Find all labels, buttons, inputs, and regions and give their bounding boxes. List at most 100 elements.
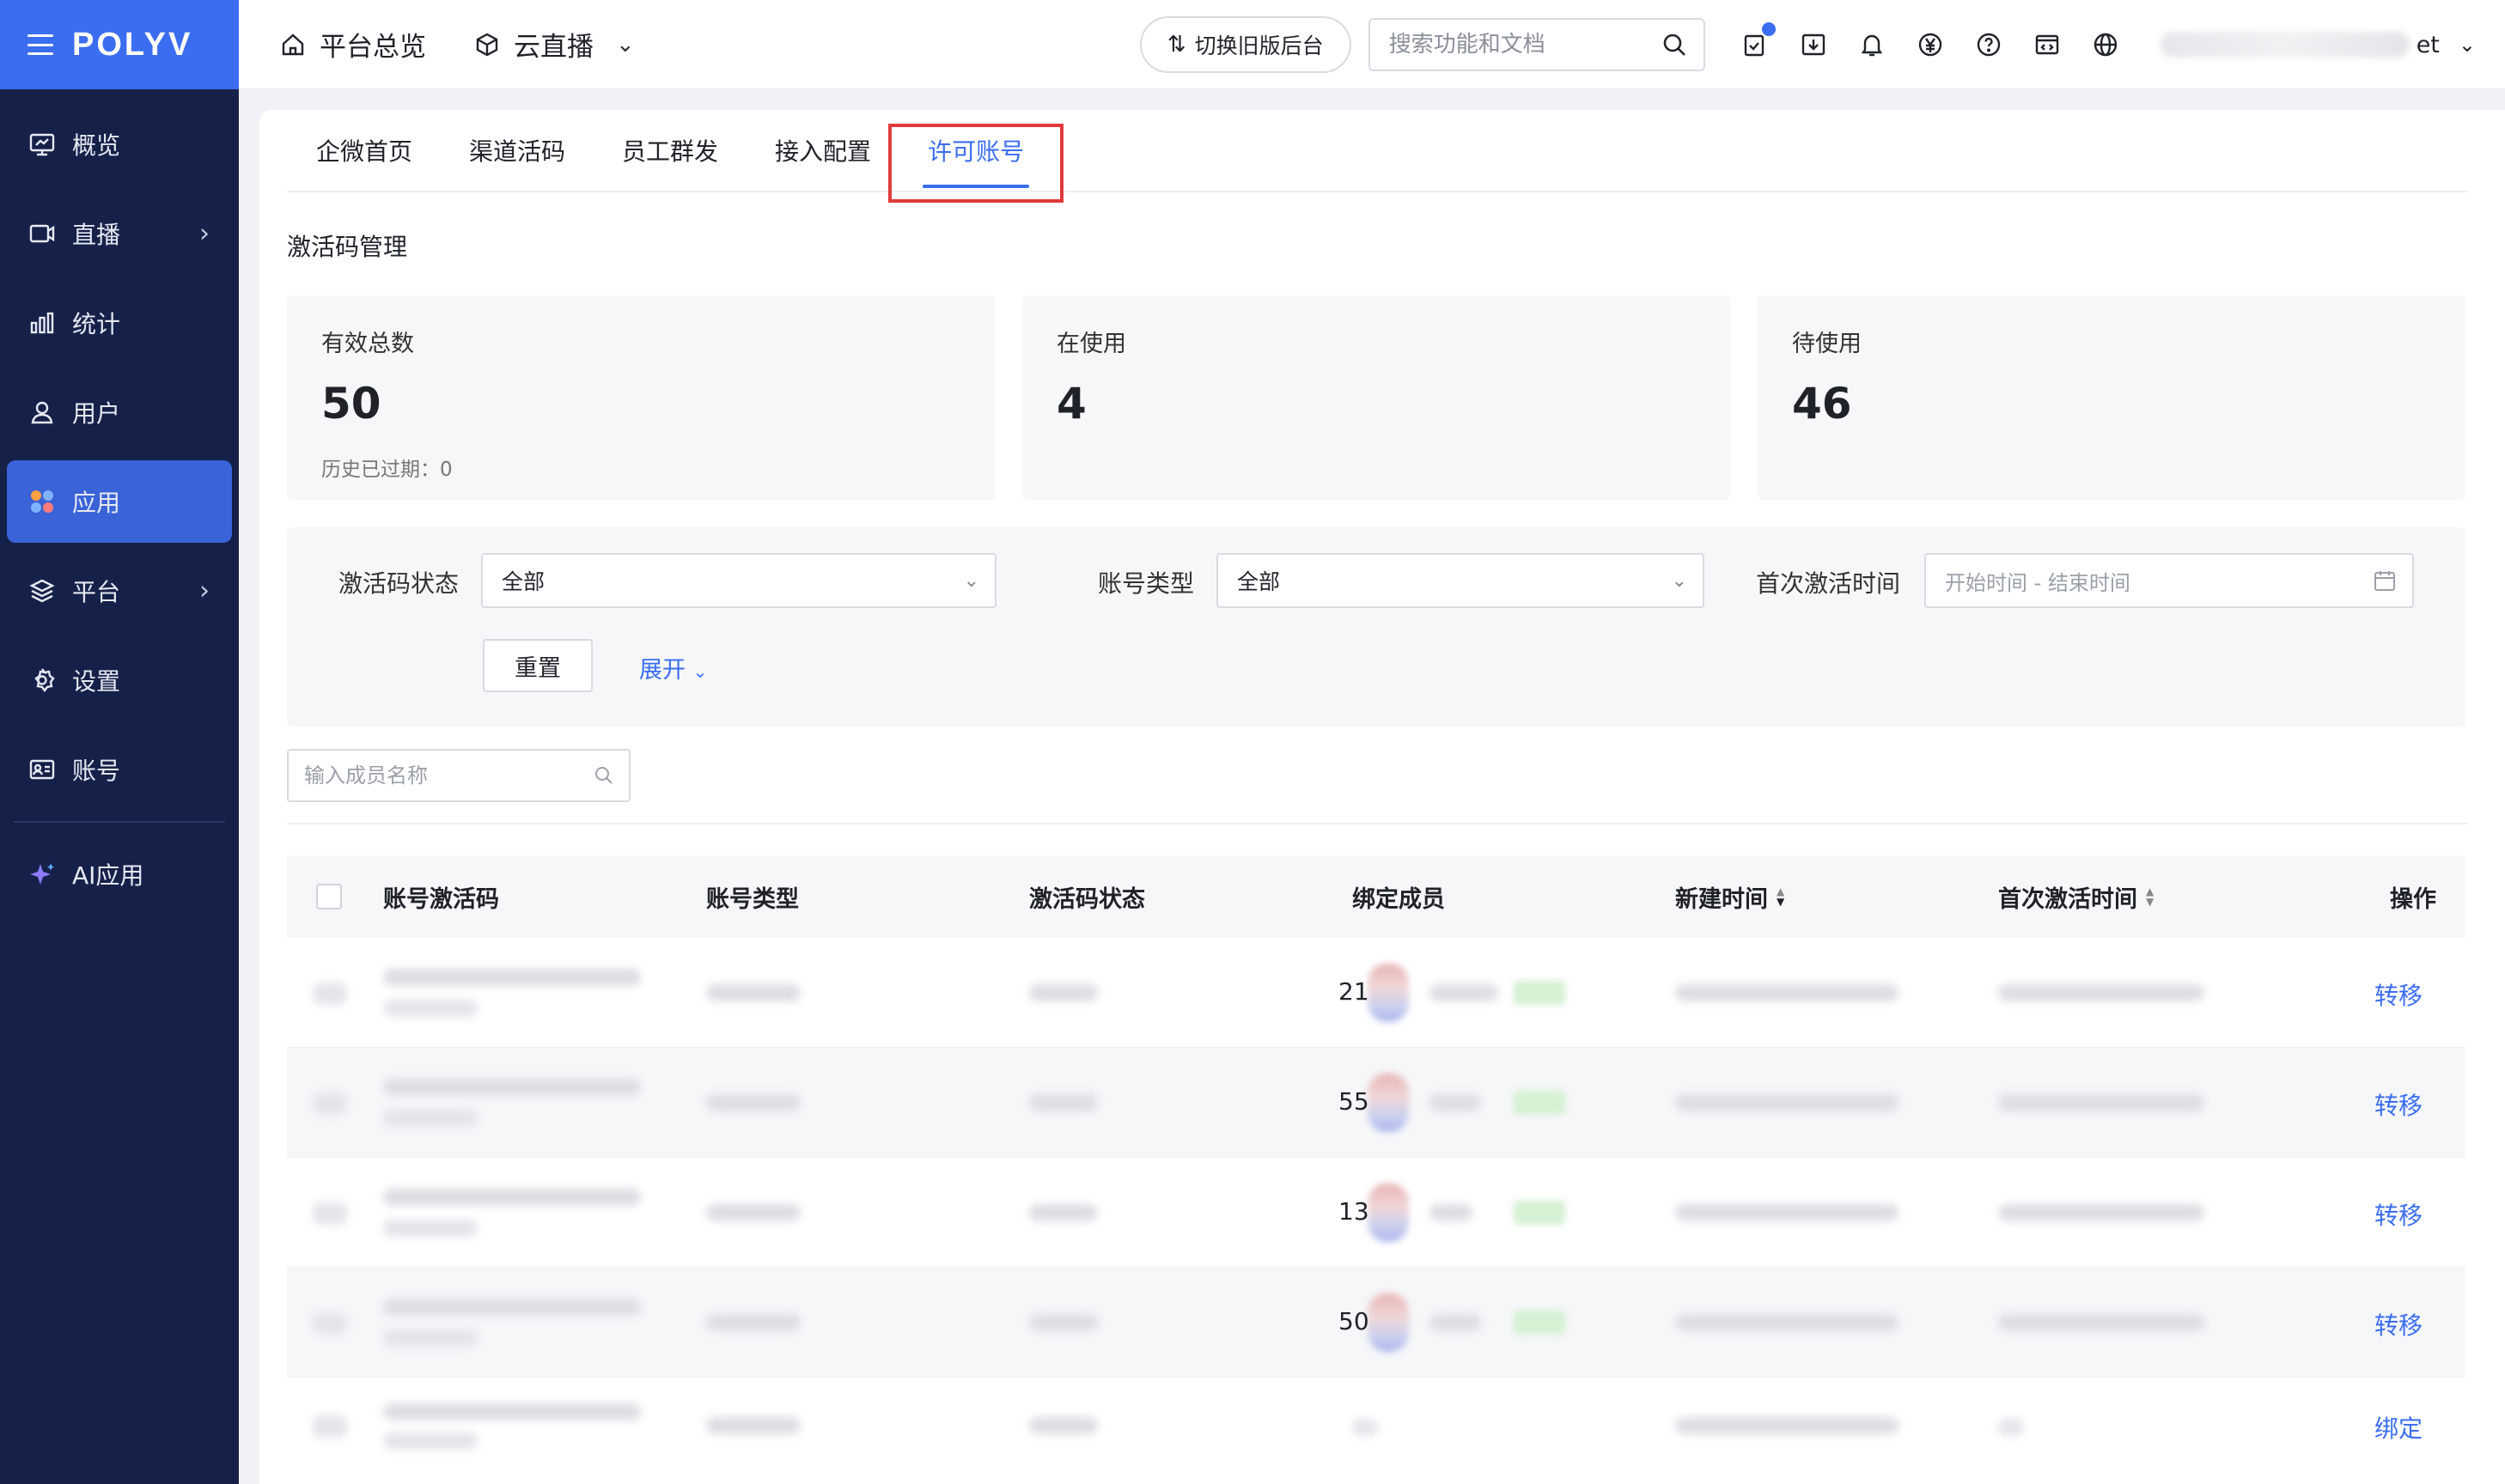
table-row: 绑定 (287, 1378, 2465, 1484)
sidebar-item-label: 统计 (72, 310, 121, 338)
status-filter-value: 全部 (502, 569, 545, 594)
code-status-redacted (1029, 1417, 1098, 1434)
member-name-redacted (1429, 1094, 1481, 1111)
member-search-input[interactable] (304, 763, 579, 788)
code-status-redacted (1029, 1204, 1098, 1221)
code-window-icon[interactable] (2032, 29, 2063, 60)
sidebar-item-overview[interactable]: 概览 (7, 103, 232, 186)
account-type-redacted (706, 1314, 801, 1331)
expand-filters-button[interactable]: 展开 ⌄ (639, 651, 707, 684)
sidebar-item-platform[interactable]: 平台 › (7, 550, 232, 632)
chevron-down-icon: ⌄ (1671, 569, 1687, 592)
table-header: 账号激活码 账号类型 激活码状态 绑定成员 新建时间 ▲ ▼ 首次激活时间 ▲ ▼ … (287, 855, 2465, 938)
sidebar-item-stats[interactable]: 统计 (7, 282, 232, 364)
row-checkbox-redacted (313, 1415, 347, 1438)
transfer-button[interactable]: 转移 (2374, 1197, 2423, 1232)
status-filter-select[interactable]: 全部 ⌄ (481, 553, 997, 608)
col-actions: 操作 (2390, 885, 2436, 913)
global-search-input[interactable] (1388, 32, 1647, 58)
sidebar-item-label: 直播 (72, 221, 121, 249)
table-row: 13 转移 (287, 1158, 2465, 1268)
sidebar-item-settings[interactable]: 设置 (7, 639, 232, 721)
sort-icon: ▲ ▼ (2146, 885, 2155, 908)
row-checkbox-redacted (313, 1202, 347, 1225)
brand-logo[interactable]: POLYV (72, 27, 192, 64)
stat-value: 46 (1792, 379, 1852, 429)
sidebar: POLYV 概览 直播 › 统计 用户 应用 平台 › 设置 账号 AI应用 (0, 0, 239, 1484)
user-icon (27, 398, 57, 427)
account-type-redacted (706, 1417, 801, 1434)
stat-label: 在使用 (1057, 331, 1126, 357)
product-switcher[interactable]: 云直播 ⌄ (474, 25, 635, 64)
help-icon[interactable] (1973, 29, 2004, 60)
col-created-time-label: 新建时间 (1675, 885, 1768, 913)
menu-toggle-icon[interactable] (27, 34, 53, 55)
platform-overview-link[interactable]: 平台总览 (280, 25, 426, 64)
col-first-activation-label: 首次激活时间 (1998, 885, 2137, 913)
created-time-redacted (1675, 1094, 1899, 1111)
filter-panel: 激活码状态 全部 ⌄ 账号类型 全部 ⌄ 首次激活时间 开始时间 - 结束时间 … (287, 527, 2465, 727)
transfer-button[interactable]: 转移 (2374, 1087, 2423, 1122)
yen-icon[interactable] (1915, 29, 1946, 60)
bind-button[interactable]: 绑定 (2374, 1410, 2423, 1444)
tab-license-accounts[interactable]: 许可账号 (923, 109, 1030, 192)
member-empty (1352, 1419, 1378, 1436)
type-filter-select[interactable]: 全部 ⌄ (1216, 553, 1704, 608)
sidebar-item-account[interactable]: 账号 (7, 728, 232, 811)
activation-time-redacted (1998, 1314, 2204, 1331)
platform-overview-label: 平台总览 (320, 32, 426, 63)
transfer-button[interactable]: 转移 (2374, 977, 2423, 1012)
stat-card-total: 有效总数 50 历史已过期：0 (287, 295, 995, 500)
member-search (287, 749, 631, 802)
col-created-time[interactable]: 新建时间 ▲ ▼ (1675, 855, 1784, 938)
tab-wecom-home[interactable]: 企微首页 (316, 109, 412, 192)
transfer-button[interactable]: 转移 (2374, 1307, 2423, 1341)
account-type-redacted (706, 984, 801, 1001)
tab-channel-code[interactable]: 渠道活码 (469, 109, 565, 192)
chevron-down-icon: ⌄ (692, 661, 708, 682)
layers-icon (27, 576, 57, 605)
avatar (1368, 964, 1409, 1022)
sidebar-item-live[interactable]: 直播 › (7, 192, 232, 275)
switch-old-version-label: 切换旧版后台 (1194, 33, 1324, 58)
status-badge (1514, 981, 1565, 1005)
activation-code-redacted (383, 1079, 641, 1096)
task-check-icon[interactable] (1740, 21, 1777, 60)
id-card-icon (27, 755, 57, 784)
activation-time-tail: 55 (1338, 1087, 1369, 1116)
activation-code-redacted (383, 1189, 641, 1206)
member-name-redacted (1429, 984, 1498, 1001)
sidebar-item-apps[interactable]: 应用 (7, 460, 232, 543)
globe-icon[interactable] (2090, 29, 2121, 60)
account-menu[interactable]: et ⌄ (2160, 32, 2476, 58)
sidebar-item-users[interactable]: 用户 (7, 371, 232, 453)
gear-icon (27, 666, 57, 695)
download-icon[interactable] (1798, 29, 1829, 60)
switch-old-version-button[interactable]: ⇅ 切换旧版后台 (1139, 16, 1351, 73)
top-bar-right: ⇅ 切换旧版后台 et ⌄ (1139, 0, 2476, 89)
account-name-redacted (2160, 32, 2410, 58)
row-checkbox-redacted (313, 1312, 347, 1335)
col-bound-member: 绑定成员 (1352, 885, 1445, 913)
stat-value: 50 (321, 379, 381, 429)
apps-icon (27, 487, 57, 516)
table-row: 55 转移 (287, 1048, 2465, 1158)
sidebar-item-ai-apps[interactable]: AI应用 (7, 833, 232, 915)
reset-button[interactable]: 重置 (483, 639, 593, 692)
tab-access-config[interactable]: 接入配置 (775, 109, 871, 192)
select-all-checkbox[interactable] (316, 884, 342, 909)
chevron-down-icon: ⌄ (2458, 33, 2476, 57)
activation-time-tail: 50 (1338, 1307, 1369, 1335)
col-first-activation-time[interactable]: 首次激活时间 ▲ ▼ (1998, 855, 2154, 938)
section-title: 激活码管理 (287, 233, 408, 261)
time-range-picker[interactable]: 开始时间 - 结束时间 (1924, 553, 2414, 608)
activation-time-tail: 21 (1338, 977, 1369, 1006)
bell-icon[interactable] (1856, 29, 1887, 60)
global-search (1368, 18, 1705, 71)
type-filter-value: 全部 (1237, 569, 1281, 594)
sidebar-item-label: AI应用 (72, 861, 144, 890)
search-icon[interactable] (1661, 31, 1688, 58)
col-account-type: 账号类型 (706, 885, 799, 913)
tab-staff-broadcast[interactable]: 员工群发 (622, 109, 718, 192)
search-icon[interactable] (593, 764, 615, 787)
